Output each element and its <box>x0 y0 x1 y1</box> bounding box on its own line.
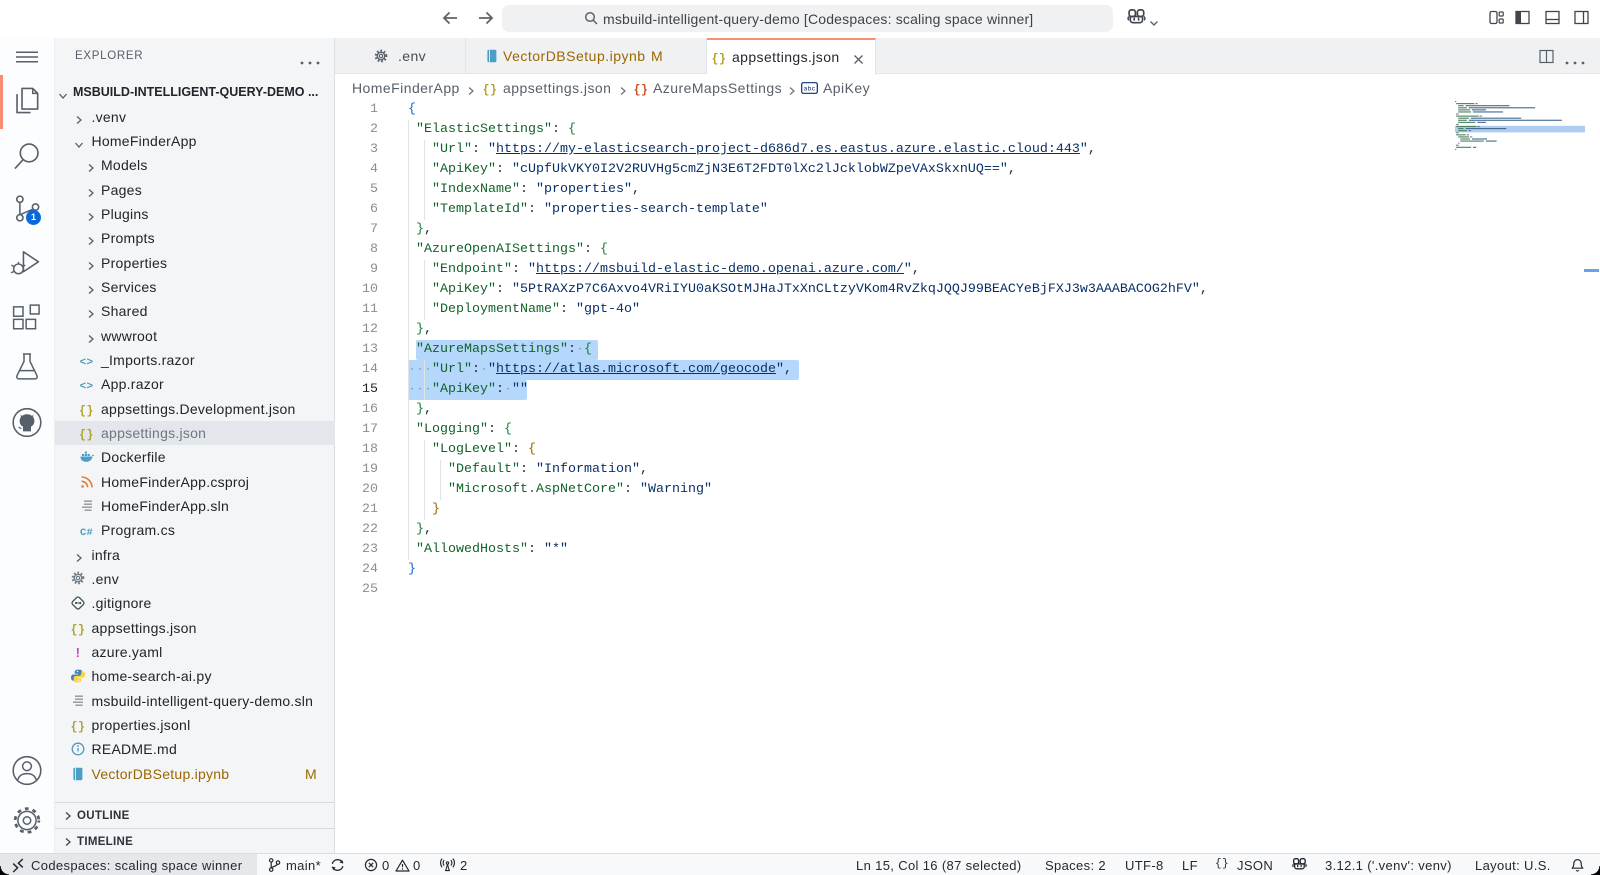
svg-text:abc: abc <box>804 86 816 93</box>
